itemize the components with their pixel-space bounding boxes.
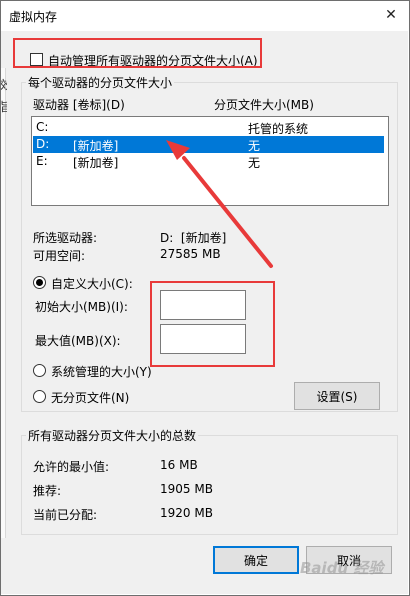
- close-button[interactable]: ✕: [374, 0, 408, 30]
- selected-drive-label: 所选驱动器:: [33, 231, 98, 245]
- drive-label: [新加卷]: [73, 139, 119, 153]
- column-header-drive: 驱动器 [卷标](D): [33, 98, 125, 112]
- radio-selected-dot: [36, 279, 43, 286]
- drive-row-e[interactable]: E: [新加卷] 无: [33, 153, 384, 170]
- set-button-label: 设置(S): [316, 389, 358, 404]
- drive-paging-size: 无: [248, 139, 261, 153]
- auto-manage-checkbox[interactable]: [30, 53, 43, 66]
- close-icon: ✕: [385, 7, 397, 23]
- column-header-size: 分页文件大小(MB): [214, 98, 314, 112]
- system-managed-radio[interactable]: [33, 364, 46, 377]
- set-button[interactable]: 设置(S): [294, 382, 380, 410]
- system-managed-label[interactable]: 系统管理的大小(Y): [51, 363, 152, 380]
- initial-size-input[interactable]: [160, 290, 246, 320]
- initial-size-label: 初始大小(MB)(I):: [35, 300, 128, 314]
- drives-group-legend: 每个驱动器的分页文件大小: [26, 74, 175, 91]
- custom-size-radio[interactable]: [33, 276, 46, 289]
- background-label-fragment: 旨: [0, 100, 7, 114]
- drive-letter: D:: [36, 137, 50, 151]
- free-space-label: 可用空间:: [33, 249, 86, 263]
- auto-manage-label[interactable]: 自动管理所有驱动器的分页文件大小(A): [48, 52, 258, 69]
- drive-row-d[interactable]: D: [新加卷] 无: [33, 136, 384, 153]
- no-paging-file-label[interactable]: 无分页文件(N): [51, 389, 129, 406]
- min-size-value: 16 MB: [160, 458, 198, 472]
- drive-paging-size: 托管的系统: [248, 122, 309, 136]
- background-window-edge: [1, 68, 6, 538]
- window-title: 虚拟内存: [9, 10, 58, 24]
- totals-group-legend: 所有驱动器分页文件大小的总数: [26, 427, 199, 444]
- drives-listbox[interactable]: C: 托管的系统 D: [新加卷] 无 E: [新加卷] 无: [31, 116, 389, 206]
- no-paging-file-radio[interactable]: [33, 390, 46, 403]
- max-size-input[interactable]: [160, 324, 246, 354]
- max-size-label: 最大值(MB)(X):: [35, 334, 121, 348]
- drive-letter: C:: [36, 120, 49, 134]
- free-space-value: 27585 MB: [160, 247, 221, 261]
- current-allocated-label: 当前已分配:: [33, 508, 98, 522]
- selected-drive-value: D: [新加卷]: [160, 231, 227, 245]
- ok-button[interactable]: 确定: [213, 546, 299, 574]
- background-label-fragment: 效: [0, 78, 7, 92]
- recommended-label: 推荐:: [33, 484, 62, 498]
- custom-size-label[interactable]: 自定义大小(C):: [51, 275, 133, 292]
- drive-paging-size: 无: [248, 156, 261, 170]
- ok-button-label: 确定: [243, 553, 268, 568]
- drive-label: [新加卷]: [73, 156, 119, 170]
- title-bar: 虚拟内存 ✕: [0, 0, 410, 31]
- drive-row-c[interactable]: C: 托管的系统: [33, 119, 384, 136]
- recommended-value: 1905 MB: [160, 482, 213, 496]
- min-size-label: 允许的最小值:: [33, 460, 110, 474]
- watermark: Baidu 经验: [300, 559, 384, 577]
- current-allocated-value: 1920 MB: [160, 506, 213, 520]
- drive-letter: E:: [36, 154, 48, 168]
